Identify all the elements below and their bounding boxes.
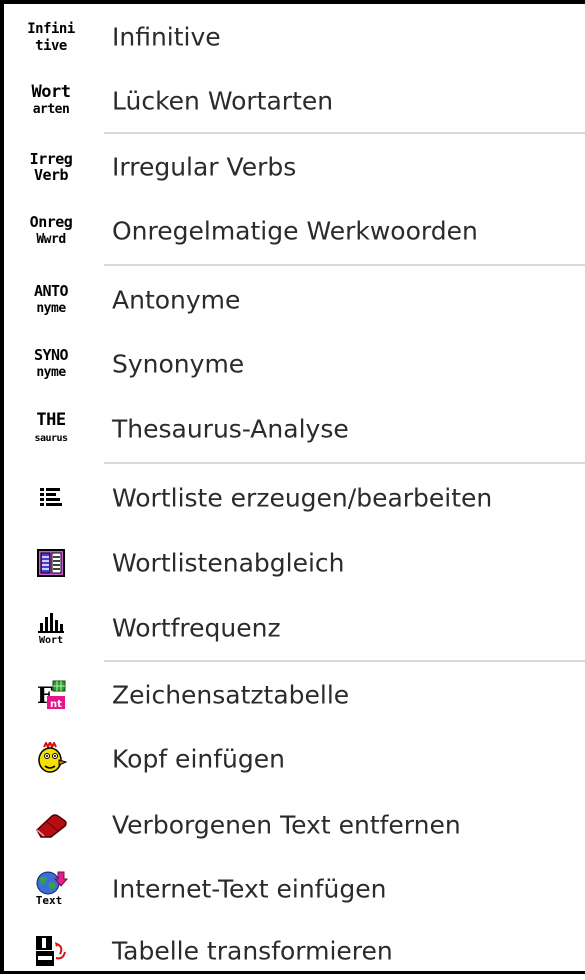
menu-item-label: Synonyme bbox=[112, 349, 245, 379]
menu-item-label: Lücken Wortarten bbox=[112, 86, 334, 116]
svg-text:nt: nt bbox=[50, 699, 62, 710]
wordlist-icon bbox=[34, 477, 68, 519]
menu-item-label: Wortlistenabgleich bbox=[112, 548, 345, 578]
infinitive-icon: Infini tive bbox=[27, 21, 75, 54]
menu-item-label: Verborgenen Text entfernen bbox=[112, 810, 461, 840]
menu-item-onregelmatige-werkwoorden[interactable]: Onreg Wwrd Onregelmatige Werkwoorden bbox=[4, 202, 585, 260]
insert-head-icon bbox=[34, 738, 68, 780]
charset-table-icon: F nt bbox=[34, 674, 68, 716]
menu-item-label: Tabelle transformieren bbox=[112, 936, 393, 966]
svg-text:Wort: Wort bbox=[39, 635, 63, 645]
menu-item-wortliste-erzeugen[interactable]: Wortliste erzeugen/bearbeiten bbox=[4, 469, 585, 527]
menu-item-infinitive[interactable]: Infini tive Infinitive bbox=[4, 8, 585, 66]
svg-text:Text: Text bbox=[36, 894, 63, 907]
word-frequency-icon: Wort bbox=[34, 607, 68, 649]
menu-item-zeichensatztabelle[interactable]: F nt Zeichensatztabelle bbox=[4, 666, 585, 724]
menu-item-label: Wortfrequenz bbox=[112, 613, 281, 643]
internet-text-icon: Text bbox=[34, 868, 68, 910]
synonyme-icon: SYNO nyme bbox=[33, 346, 69, 380]
eraser-icon bbox=[34, 804, 68, 846]
table-transform-icon bbox=[34, 930, 68, 972]
wortarten-icon: Wort arten bbox=[31, 82, 71, 118]
menu-item-label: Infinitive bbox=[112, 22, 221, 52]
menu-item-irregular-verbs[interactable]: Irreg Verb Irregular Verbs bbox=[4, 138, 585, 196]
thesaurus-icon: THE saurus bbox=[34, 409, 68, 444]
irregular-verbs-icon: Irreg Verb bbox=[29, 150, 73, 184]
antonyme-icon: ANTO nyme bbox=[33, 282, 69, 316]
separator bbox=[104, 660, 585, 662]
menu-item-label: Antonyme bbox=[112, 285, 241, 315]
menu-item-verborgenen-text-entfernen[interactable]: Verborgenen Text entfernen bbox=[4, 796, 585, 854]
separator bbox=[104, 462, 585, 464]
wordlist-compare-icon bbox=[34, 542, 68, 584]
menu-item-label: Wortliste erzeugen/bearbeiten bbox=[112, 483, 493, 513]
menu-item-label: Internet-Text einfügen bbox=[112, 874, 387, 904]
menu-item-label: Kopf einfügen bbox=[112, 744, 285, 774]
menu-item-luecken-wortarten[interactable]: Wort arten Lücken Wortarten bbox=[4, 72, 585, 130]
menu-item-synonyme[interactable]: SYNO nyme Synonyme bbox=[4, 335, 585, 393]
menu-item-label: Thesaurus-Analyse bbox=[112, 414, 349, 444]
menu-item-thesaurus-analyse[interactable]: THE saurus Thesaurus-Analyse bbox=[4, 400, 585, 458]
menu-item-kopf-einfuegen[interactable]: Kopf einfügen bbox=[4, 730, 585, 788]
context-menu: Infini tive Infinitive Wort arten Lücken W… bbox=[0, 0, 585, 974]
onregelmatige-icon: Onreg Wwrd bbox=[29, 213, 73, 247]
separator bbox=[104, 132, 585, 134]
menu-item-wortlistenabgleich[interactable]: Wortlistenabgleich bbox=[4, 534, 585, 592]
menu-item-label: Irregular Verbs bbox=[112, 152, 297, 182]
menu-item-label: Onregelmatige Werkwoorden bbox=[112, 216, 478, 246]
menu-item-wortfrequenz[interactable]: Wort Wortfrequenz bbox=[4, 599, 585, 657]
menu-item-label: Zeichensatztabelle bbox=[112, 680, 350, 710]
menu-item-internet-text-einfuegen[interactable]: Text Internet-Text einfügen bbox=[4, 860, 585, 918]
menu-item-antonyme[interactable]: ANTO nyme Antonyme bbox=[4, 271, 585, 329]
separator bbox=[104, 264, 585, 266]
menu-item-tabelle-transformieren[interactable]: Tabelle transformieren bbox=[4, 922, 585, 980]
